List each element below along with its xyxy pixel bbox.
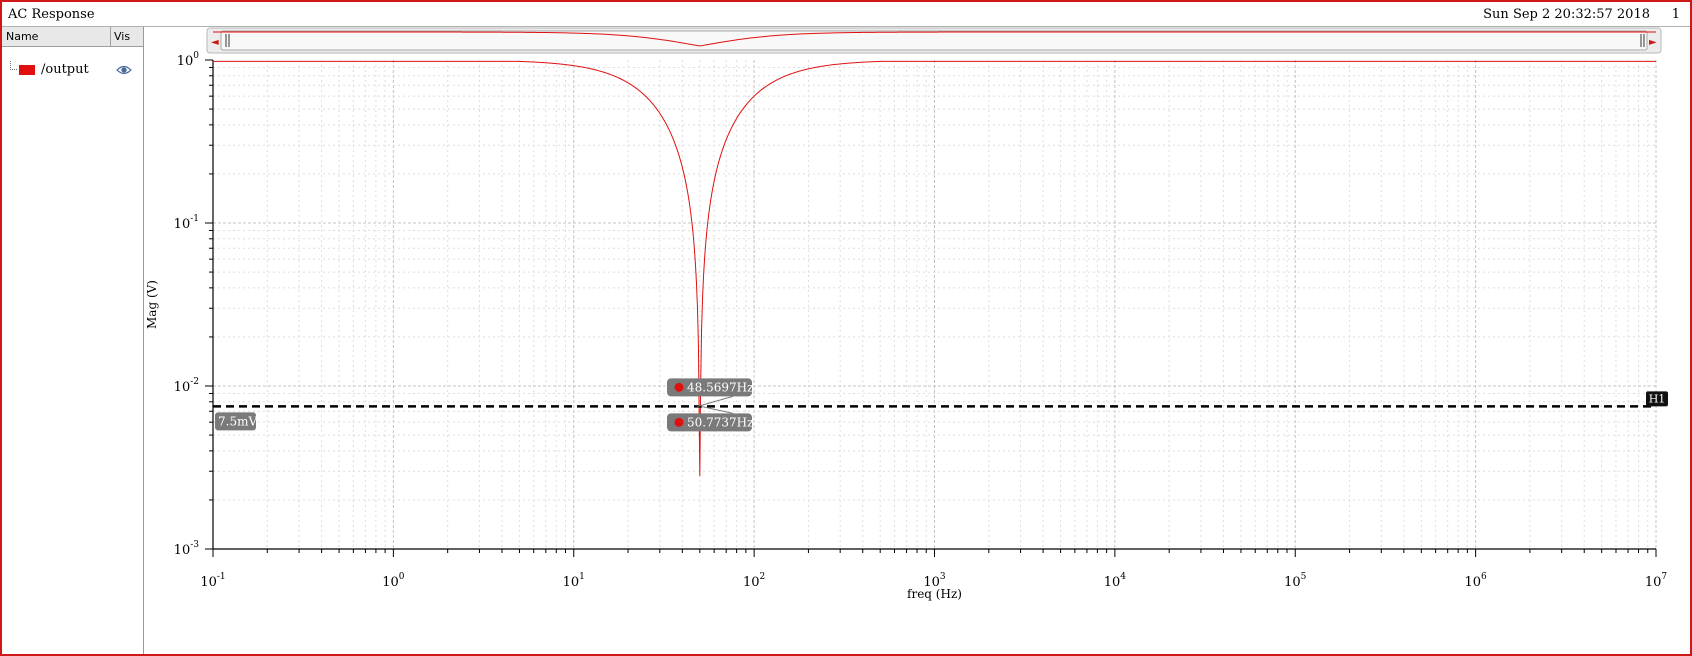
x-tick-label: 106	[1464, 572, 1487, 590]
y-tick-label: 100	[177, 51, 200, 69]
eye-icon[interactable]	[116, 64, 132, 76]
zoom-left-arrow[interactable]: ◄	[211, 37, 219, 48]
crossing-label: 48.5697Hz	[687, 380, 753, 394]
x-tick-label: 107	[1645, 572, 1668, 590]
timestamp: Sun Sep 2 20:32:57 2018	[1483, 7, 1650, 22]
trace-list-header: Name Vis	[2, 27, 143, 47]
trace-name: /output	[41, 62, 89, 77]
y-axis-label: Mag (V)	[145, 280, 159, 329]
crossing-label: 50.7737Hz	[687, 415, 753, 429]
x-tick-label: 100	[382, 572, 405, 590]
zoom-bar-thumb[interactable]	[220, 30, 1648, 51]
trace-list-item[interactable]: /output	[2, 61, 143, 81]
crossing-leader	[697, 395, 734, 407]
zoom-right-arrow[interactable]: ►	[1649, 37, 1657, 48]
column-divider[interactable]	[110, 27, 111, 46]
window-title: AC Response	[8, 7, 95, 22]
page-number: 1	[1671, 7, 1680, 22]
x-axis-label: freq (Hz)	[907, 587, 962, 601]
trace-line[interactable]	[213, 60, 1656, 477]
tree-connector	[10, 61, 17, 70]
trace-color-swatch	[19, 65, 35, 75]
x-tick-label: 102	[743, 572, 765, 590]
x-tick-label: 105	[1284, 572, 1307, 590]
trace-list-panel: Name Vis /output	[2, 27, 144, 654]
crossing-leader	[700, 405, 734, 414]
horizontal-marker-name: H1	[1649, 392, 1666, 405]
y-tick-label: 10-3	[174, 540, 200, 558]
x-tick-label: 101	[563, 572, 585, 590]
column-header-name[interactable]: Name	[6, 30, 38, 43]
plot-area[interactable]: 10-1 100 101 102 103 104 105 106 10710010-110-21…	[145, 27, 1689, 653]
title-bar: AC Response Sun Sep 2 20:32:57 2018 1	[2, 2, 1690, 27]
plot-window: AC Response Sun Sep 2 20:32:57 2018 1 Na…	[0, 0, 1692, 656]
marker-value-label: 7.5mV	[218, 414, 257, 428]
crossing-dot	[674, 382, 684, 392]
column-header-vis[interactable]: Vis	[114, 30, 130, 43]
y-tick-label: 10-2	[174, 377, 199, 395]
y-tick-label: 10-1	[174, 214, 199, 232]
x-tick-label: 104	[1104, 572, 1127, 590]
x-tick-label: 10-1	[200, 572, 225, 590]
crossing-dot	[674, 417, 684, 427]
